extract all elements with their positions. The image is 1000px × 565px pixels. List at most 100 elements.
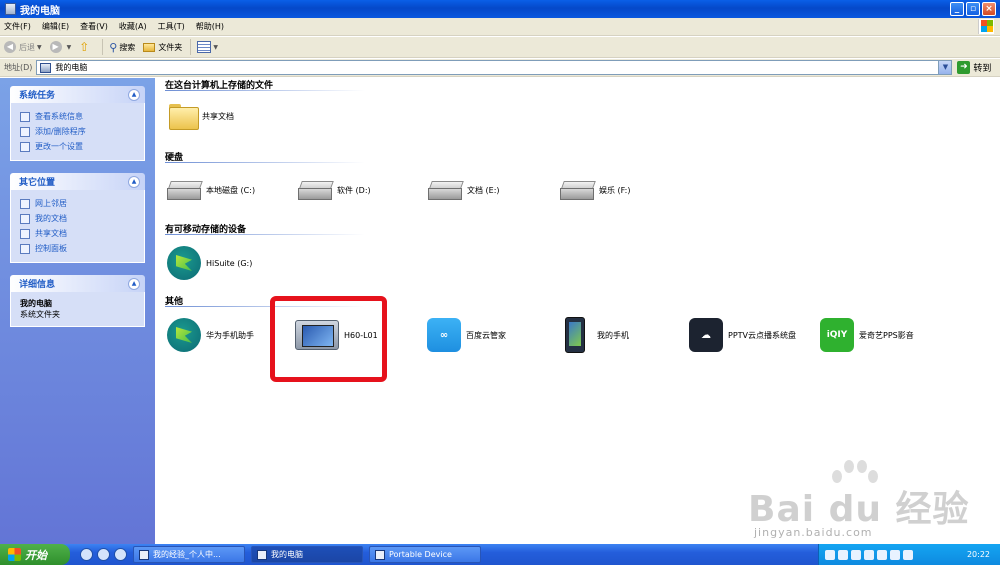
window-title: 我的电脑 <box>20 5 60 17</box>
tray-app-icon[interactable] <box>838 549 848 560</box>
collapse-icon[interactable]: ▲ <box>128 277 140 290</box>
go-arrow-icon: ➜ <box>957 61 971 74</box>
link-my-documents[interactable]: 我的文档 <box>20 211 138 226</box>
folders-button[interactable]: 文件夹 <box>143 42 182 53</box>
up-button[interactable]: ⇧ <box>79 41 94 53</box>
toolbar: ◀ 后退 ▼ ▶ ▼ ⇧ ⚲ 搜索 文件夹 ▼ <box>0 37 1000 58</box>
item-huawei-assistant[interactable]: 华为手机助手 <box>167 318 254 352</box>
task-button-portable-device[interactable]: Portable Device <box>369 546 481 563</box>
task-button-my-computer[interactable]: 我的电脑 <box>251 546 363 563</box>
folder-icon <box>169 104 199 130</box>
start-label: 开始 <box>25 548 47 562</box>
chevron-down-icon: ▼ <box>66 43 72 51</box>
help-icon[interactable] <box>825 549 835 560</box>
item-shared-documents[interactable]: 共享文档 <box>169 104 234 130</box>
go-button[interactable]: ➜ 转到 <box>957 61 991 74</box>
app-icon[interactable] <box>114 548 127 561</box>
computer-icon <box>5 3 16 15</box>
collapse-icon[interactable]: ▲ <box>128 88 140 101</box>
network-icon[interactable] <box>864 549 874 560</box>
back-button[interactable]: ◀ 后退 ▼ <box>4 41 42 53</box>
link-label: 控制面板 <box>35 244 67 253</box>
details-header[interactable]: 详细信息 ▲ <box>10 275 145 292</box>
task-button-jingyan[interactable]: 我的经验_个人中... <box>133 546 245 563</box>
item-hisuite-drive[interactable]: HiSuite (G:) <box>167 246 252 280</box>
hard-drive-icon <box>428 181 462 200</box>
ie-icon <box>139 549 149 560</box>
other-places-panel: 其它位置 ▲ 网上邻居 我的文档 共享文档 控制面板 <box>10 173 145 263</box>
address-bar: 地址(D) 我的电脑 ▼ ➜ 转到 <box>0 59 1000 77</box>
chevron-down-icon[interactable]: ▼ <box>938 61 952 74</box>
link-label: 添加/删除程序 <box>35 127 86 136</box>
link-network-places[interactable]: 网上邻居 <box>20 196 138 211</box>
item-baidu-cloud[interactable]: ∞ 百度云管家 <box>427 318 506 352</box>
item-label: 娱乐 (F:) <box>599 185 631 195</box>
window-controls: _ ▫ × <box>950 2 996 16</box>
phone-icon <box>565 317 585 353</box>
start-button[interactable]: 开始 <box>0 544 70 565</box>
item-label: HiSuite (G:) <box>206 258 253 268</box>
link-add-remove-programs[interactable]: 添加/删除程序 <box>20 124 138 139</box>
views-button[interactable]: ▼ <box>197 41 218 53</box>
menu-favorites[interactable]: 收藏(A) <box>119 21 147 32</box>
menu-help[interactable]: 帮助(H) <box>196 21 224 32</box>
quick-launch <box>80 548 127 561</box>
browser-icon[interactable] <box>97 548 110 561</box>
search-button[interactable]: ⚲ 搜索 <box>109 41 135 54</box>
ie-icon[interactable] <box>80 548 93 561</box>
system-tray: 20:22 <box>818 544 1000 565</box>
folder-icon <box>20 228 30 239</box>
windows-logo-icon <box>978 19 994 34</box>
title-bar[interactable]: 我的电脑 _ ▫ × <box>0 0 1000 18</box>
item-drive-d[interactable]: 软件 (D:) <box>298 181 371 200</box>
system-tasks-header[interactable]: 系统任务 ▲ <box>10 86 145 103</box>
link-change-setting[interactable]: 更改一个设置 <box>20 139 138 154</box>
address-value: 我的电脑 <box>55 63 88 72</box>
link-control-panel[interactable]: 控制面板 <box>20 241 138 256</box>
pptv-cloud-icon: ☁ <box>689 318 723 352</box>
windows-logo-icon <box>8 548 21 561</box>
forward-button[interactable]: ▶ ▼ <box>49 41 72 53</box>
item-pptv-disk[interactable]: ☁ PPTV云点播系统盘 <box>689 318 796 352</box>
back-label: 后退 <box>19 42 35 52</box>
address-label: 地址(D) <box>4 63 33 72</box>
task-pane: 系统任务 ▲ 查看系统信息 添加/删除程序 更改一个设置 其它位置 ▲ 网上邻居… <box>0 78 155 544</box>
menu-tools[interactable]: 工具(T) <box>158 21 185 32</box>
link-shared-documents[interactable]: 共享文档 <box>20 226 138 241</box>
chevron-down-icon: ▼ <box>37 43 42 51</box>
close-button[interactable]: × <box>982 2 996 16</box>
address-input[interactable]: 我的电脑 ▼ <box>36 60 953 75</box>
link-label: 更改一个设置 <box>35 142 83 151</box>
collapse-icon[interactable]: ▲ <box>128 175 140 188</box>
tray-app-icon[interactable] <box>851 549 861 560</box>
views-icon <box>197 41 212 53</box>
input-method-icon[interactable] <box>903 549 913 560</box>
link-label: 共享文档 <box>35 229 67 238</box>
link-system-info[interactable]: 查看系统信息 <box>20 109 138 124</box>
baidu-watermark: Bai du 经验 jingyan.baidu.com <box>748 460 988 540</box>
item-drive-f[interactable]: 娱乐 (F:) <box>560 181 631 200</box>
item-label: PPTV云点播系统盘 <box>728 330 797 340</box>
item-my-phone[interactable]: 我的手机 <box>565 317 629 353</box>
task-label: 我的电脑 <box>271 550 303 559</box>
detail-name: 我的电脑 <box>20 299 52 308</box>
other-places-header[interactable]: 其它位置 ▲ <box>10 173 145 190</box>
highlight-annotation <box>270 296 387 382</box>
menu-file[interactable]: 文件(F) <box>4 21 31 32</box>
toolbar-separator <box>102 39 104 55</box>
volume-icon[interactable] <box>877 549 887 560</box>
settings-icon <box>20 141 30 152</box>
tray-app-icon[interactable] <box>890 549 900 560</box>
item-drive-c[interactable]: 本地磁盘 (C:) <box>167 181 255 200</box>
maximize-button[interactable]: ▫ <box>966 2 980 16</box>
panel-title: 其它位置 <box>19 178 56 188</box>
menu-edit[interactable]: 编辑(E) <box>42 21 69 32</box>
item-drive-e[interactable]: 文档 (E:) <box>428 181 500 200</box>
minimize-button[interactable]: _ <box>950 2 964 16</box>
panel-title: 详细信息 <box>19 280 56 290</box>
menu-view[interactable]: 查看(V) <box>80 21 108 32</box>
clock[interactable]: 20:22 <box>967 550 990 559</box>
taskbar: 开始 我的经验_个人中... 我的电脑 Portable Device 20:2… <box>0 544 1000 565</box>
forward-arrow-icon: ▶ <box>49 41 62 53</box>
item-iqiyi-pps[interactable]: iQIY 爱奇艺PPS影音 <box>820 318 914 352</box>
